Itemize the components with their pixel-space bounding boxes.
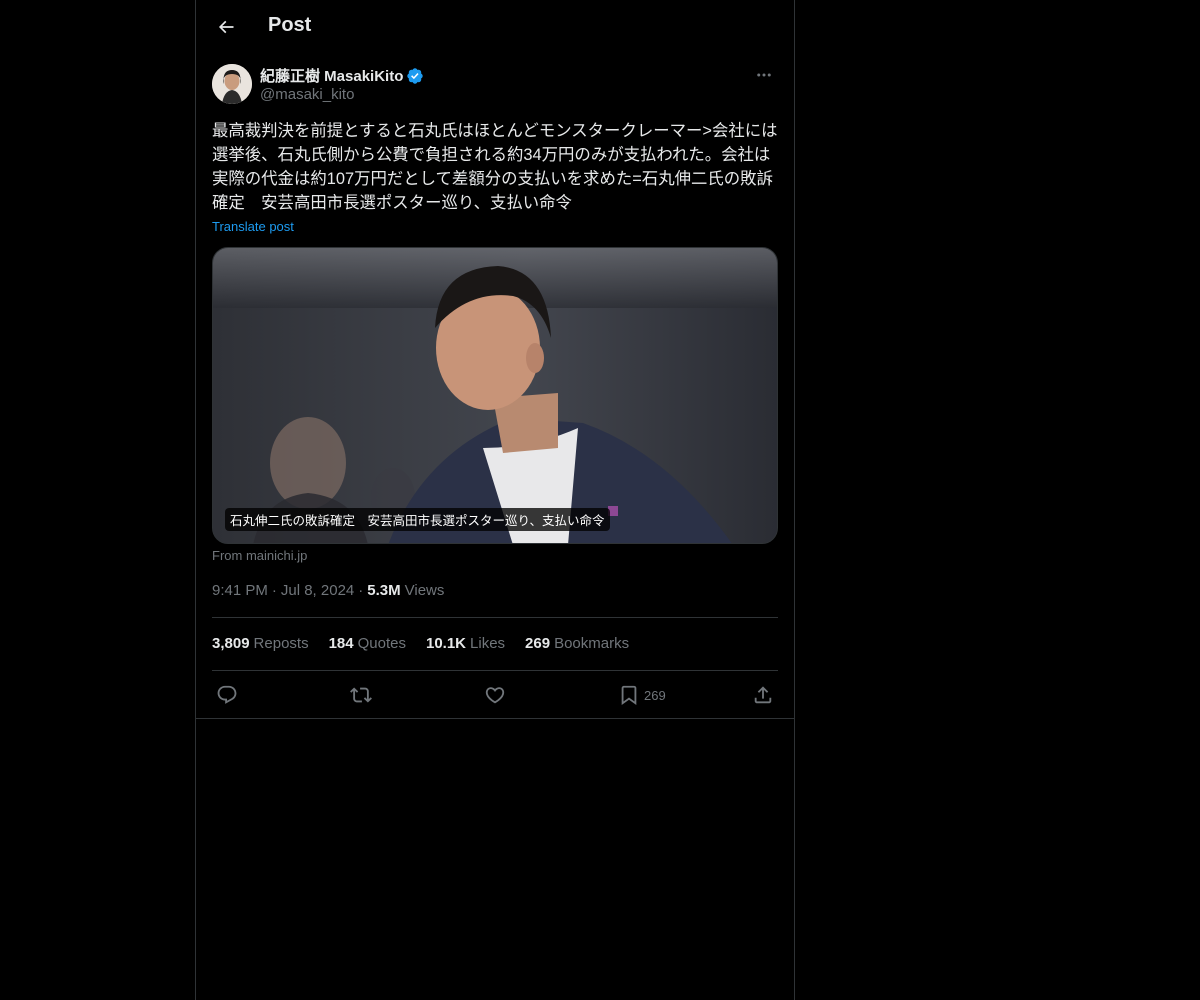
stat-label: Reposts (253, 635, 309, 652)
card-image (213, 248, 777, 543)
author-name[interactable]: 紀藤正樹 MasakiKito (260, 65, 403, 86)
card-caption: 石丸伸二氏の敗訴確定 安芸高田市長選ポスター巡り、支払い命令 (225, 508, 610, 531)
post-text: 最高裁判決を前提とすると石丸氏はほとんどモンスタークレーマー>会社には選挙後、石… (212, 122, 778, 212)
translate-post-link[interactable]: Translate post (212, 219, 294, 234)
stat-number: 269 (525, 635, 551, 652)
post-stats: 3,809 Reposts 184 Quotes 10.1K Likes 269… (212, 635, 629, 655)
stat-reposts[interactable]: 3,809 Reposts (212, 635, 309, 655)
stat-number: 184 (328, 635, 354, 652)
action-bar: 269 (212, 680, 778, 710)
stat-number: 3,809 (212, 635, 250, 652)
share-button[interactable] (752, 680, 774, 710)
author-name-line[interactable]: 紀藤正樹 MasakiKito (260, 65, 424, 86)
author-handle[interactable]: @masaki_kito (260, 86, 354, 103)
bookmark-button[interactable]: 269 (618, 680, 666, 710)
divider (212, 670, 778, 671)
reply-button[interactable] (216, 680, 238, 710)
more-options-button[interactable] (750, 64, 778, 86)
post-time[interactable]: 9:41 PM (212, 582, 268, 599)
heart-icon (485, 687, 505, 704)
page-title: Post (268, 14, 312, 36)
post-header: Post (196, 0, 794, 54)
reply-icon (217, 685, 237, 704)
more-dots-icon (757, 73, 771, 77)
verified-badge-icon (407, 67, 424, 84)
stat-number: 10.1K (425, 635, 467, 652)
stat-likes[interactable]: 10.1K Likes (426, 635, 505, 655)
bookmark-count: 269 (644, 687, 666, 703)
post-meta: 9:41 PM · Jul 8, 2024 · 5.3M Views (212, 582, 444, 599)
repost-icon (350, 687, 372, 703)
repost-button[interactable] (350, 680, 372, 710)
stat-quotes[interactable]: 184 Quotes (329, 635, 406, 655)
arrow-left-icon (218, 20, 234, 34)
views-label: Views (404, 582, 445, 599)
meta-separator: · (271, 582, 277, 599)
stat-label: Bookmarks (554, 635, 630, 652)
post-date[interactable]: Jul 8, 2024 (281, 582, 354, 599)
divider (212, 617, 778, 618)
back-button[interactable] (208, 9, 244, 45)
avatar[interactable] (212, 64, 252, 104)
stat-bookmarks[interactable]: 269 Bookmarks (525, 635, 629, 655)
link-card[interactable]: 石丸伸二氏の敗訴確定 安芸高田市長選ポスター巡り、支払い命令 (212, 247, 778, 544)
post-column: Post 紀藤正樹 MasakiKito @masaki_kito 最高裁判決を… (195, 0, 795, 1000)
meta-separator: · (358, 582, 364, 599)
post-bottom-border (196, 718, 794, 719)
author-block: 紀藤正樹 MasakiKito @masaki_kito (212, 64, 778, 108)
card-source[interactable]: From mainichi.jp (212, 548, 307, 563)
stat-label: Likes (470, 635, 506, 652)
views-count: 5.3M (367, 582, 401, 599)
bookmark-icon (621, 685, 637, 706)
stat-label: Quotes (357, 635, 406, 652)
share-icon (754, 686, 772, 704)
like-button[interactable] (484, 680, 506, 710)
